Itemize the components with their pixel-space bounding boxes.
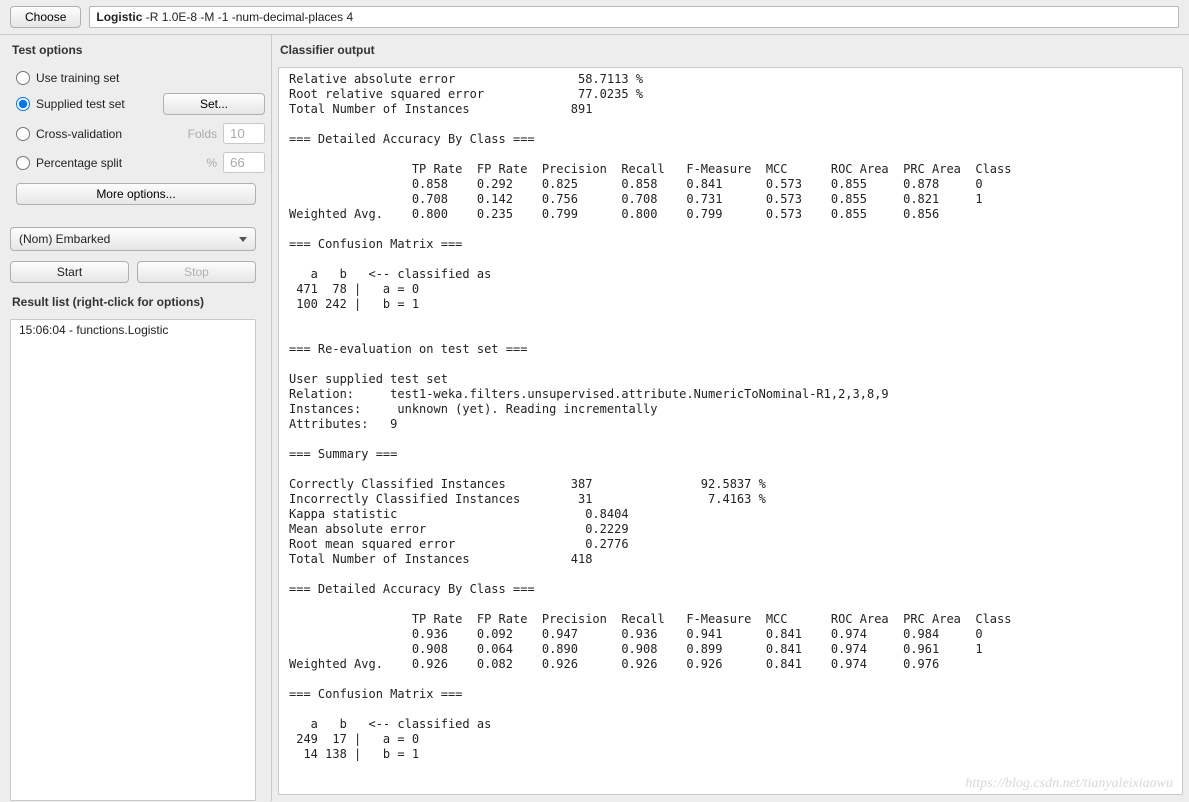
label-percentage-split[interactable]: Percentage split [36, 156, 200, 170]
label-cross-validation[interactable]: Cross-validation [36, 127, 182, 141]
folds-input[interactable] [223, 123, 265, 144]
radio-use-training[interactable] [16, 71, 30, 85]
classifier-output-text: Relative absolute error 58.7113 % Root r… [289, 72, 1172, 762]
radio-cross-validation[interactable] [16, 127, 30, 141]
test-options-group: Use training set Supplied test set Set..… [10, 63, 271, 215]
class-attribute-select[interactable]: (Nom) Embarked [10, 227, 256, 251]
right-panel: Classifier output Relative absolute erro… [272, 35, 1189, 801]
class-attribute-value: (Nom) Embarked [19, 232, 110, 246]
label-use-training[interactable]: Use training set [36, 71, 265, 85]
result-list-title: Result list (right-click for options) [10, 283, 271, 315]
folds-label: Folds [188, 127, 217, 141]
radio-supplied-test[interactable] [16, 97, 30, 111]
classifier-output-title: Classifier output [272, 35, 1189, 63]
more-options-button[interactable]: More options... [16, 183, 256, 205]
left-panel: Test options Use training set Supplied t… [0, 35, 272, 801]
classifier-command-field[interactable]: Logistic -R 1.0E-8 -M -1 -num-decimal-pl… [89, 6, 1179, 28]
classifier-top-bar: Choose Logistic -R 1.0E-8 -M -1 -num-dec… [0, 0, 1189, 35]
choose-button[interactable]: Choose [10, 6, 81, 28]
label-supplied-test[interactable]: Supplied test set [36, 97, 157, 111]
classifier-args: -R 1.0E-8 -M -1 -num-decimal-places 4 [142, 10, 353, 24]
pct-symbol: % [206, 156, 217, 170]
result-list[interactable]: 15:06:04 - functions.Logistic [10, 319, 256, 801]
start-button[interactable]: Start [10, 261, 129, 283]
stop-button: Stop [137, 261, 256, 283]
percentage-input[interactable] [223, 152, 265, 173]
radio-percentage-split[interactable] [16, 156, 30, 170]
set-button[interactable]: Set... [163, 93, 265, 115]
classifier-name: Logistic [96, 10, 142, 24]
chevron-down-icon [239, 237, 247, 242]
test-options-title: Test options [10, 35, 271, 63]
main-content: Test options Use training set Supplied t… [0, 35, 1189, 801]
result-item[interactable]: 15:06:04 - functions.Logistic [11, 320, 255, 340]
classifier-output-area[interactable]: Relative absolute error 58.7113 % Root r… [278, 67, 1183, 795]
